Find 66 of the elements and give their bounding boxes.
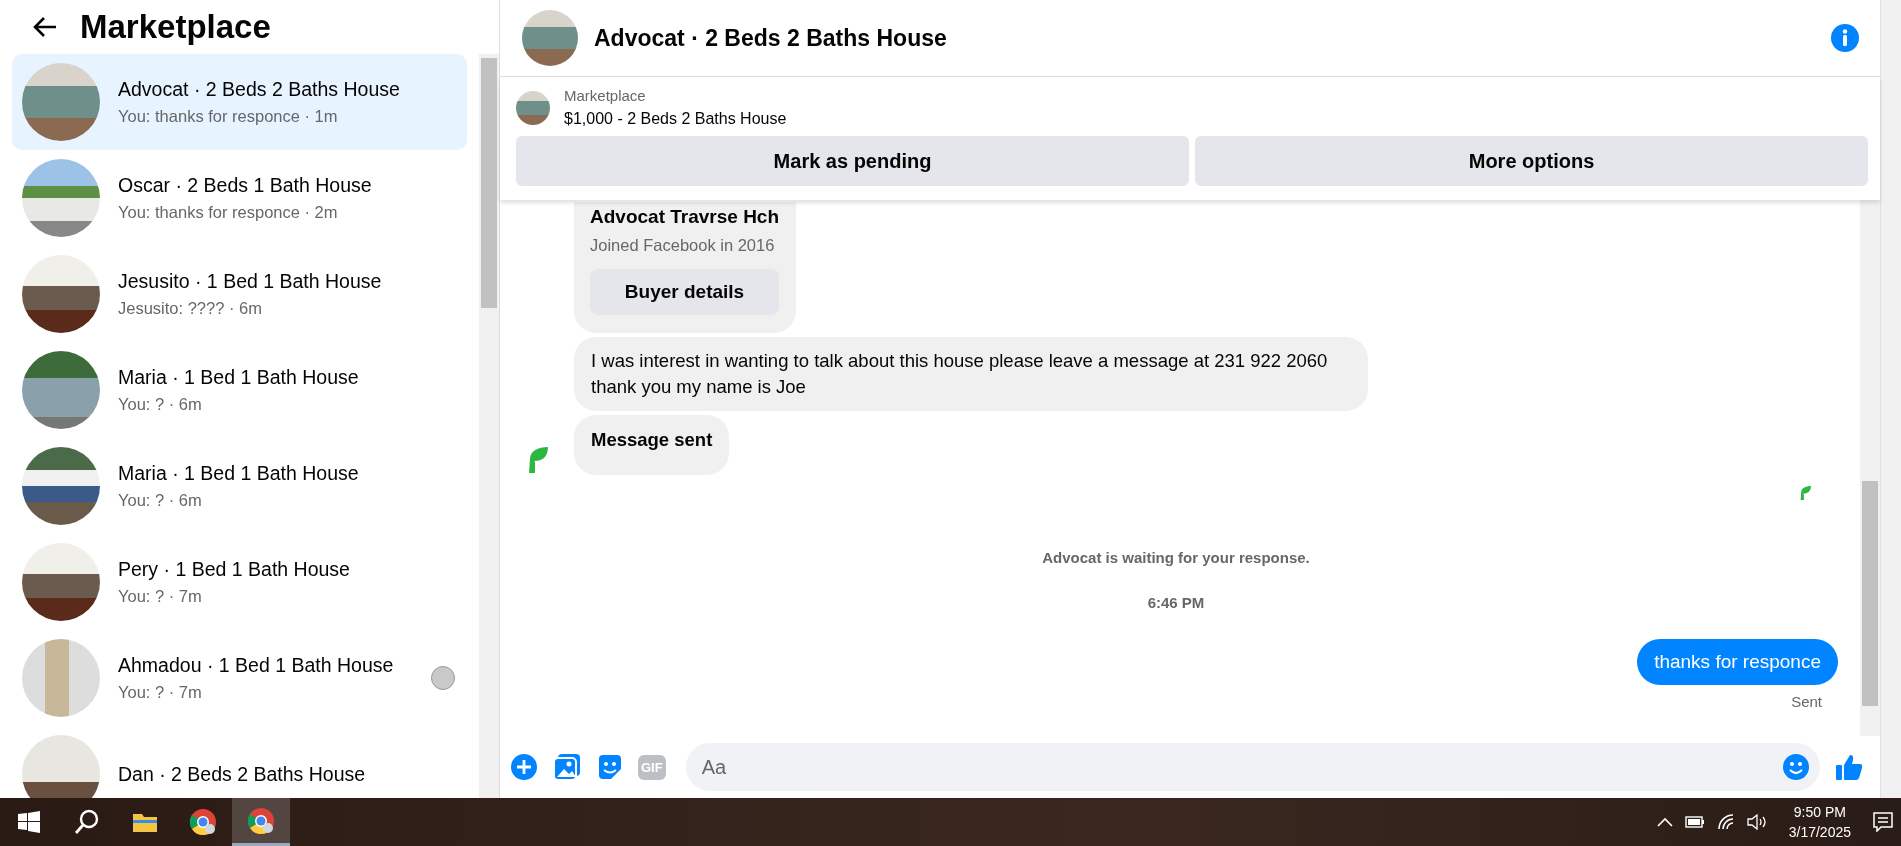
conversation-name: Dan · 2 Beds 2 Baths House [118,762,367,786]
conversation-item[interactable]: Jesusito · 1 Bed 1 Bath House Jesusito: ???? · 6m [12,246,467,342]
wifi-icon[interactable] [1716,814,1735,830]
message-preview: You: ? · 6m [118,395,203,414]
message-preview: You: thanks for responce · 2m [118,203,339,222]
timestamp: 6:46 PM [1146,594,1206,611]
scrollbar[interactable] [1860,200,1880,736]
windows-start-icon[interactable] [18,811,40,833]
sent-status: Sent [1791,693,1822,710]
buyer-name: Advocat Travrse Hch [590,206,780,228]
conversation-item[interactable]: Maria · 1 Bed 1 Bath House You: ? · 6m [12,342,467,438]
thumbs-up-icon[interactable] [1834,752,1864,782]
seen-avatar-icon [431,666,455,690]
conversation-name: Ahmadou · 1 Bed 1 Bath House [118,654,395,677]
search-icon[interactable] [74,809,100,835]
photo-icon[interactable] [552,752,582,782]
read-receipt-icon [1799,483,1812,503]
info-icon[interactable] [1830,23,1860,53]
folder-icon[interactable] [132,811,158,833]
conversation-item[interactable]: Oscar · 2 Beds 1 Bath House You: thanks for responce · 2m [12,150,467,246]
message-preview: You: ? · 7m [118,683,203,702]
chevron-up-icon[interactable] [1656,817,1673,827]
browser-icon[interactable] [189,808,217,836]
photo-placeholder [516,90,550,125]
conversation-name: Advocat · 2 Beds 2 Baths House [118,78,401,101]
waiting-notice: Advocat is waiting for your response. [1041,549,1311,566]
message-bubble: Message sent [574,415,730,475]
message-preview: Jesusito: ???? · 6m [118,299,263,318]
conversation-item[interactable]: Maria · 1 Bed 1 Bath House You: ? · 6m [12,438,467,534]
notifications-icon[interactable] [1873,812,1893,832]
battery-icon[interactable] [1684,816,1705,828]
photo-placeholder [522,10,578,66]
sender-avatar-icon [526,445,550,475]
clock[interactable]: 9:50 PM 3/17/2025 [1778,804,1861,840]
message-preview: You: ? · 6m [118,491,203,510]
plus-icon[interactable] [510,753,538,781]
buyer-details-button[interactable]: Buyer details [590,269,780,315]
browser-icon[interactable] [247,806,275,835]
conversation-name: Pery · 1 Bed 1 Bath House [118,558,351,581]
message-preview: You: thanks for responce · 1m [118,107,339,126]
conversation-name: Maria · 1 Bed 1 Bath House [118,462,360,485]
message-preview: You: ? · 7m [118,587,203,606]
conversation-item[interactable]: Pery · 1 Bed 1 Bath House You: ? · 7m [12,534,467,630]
page-scrollbar[interactable] [1880,0,1901,798]
joined-text: Joined Facebook in 2016 [590,236,776,255]
back-arrow-icon[interactable] [32,16,58,38]
scrollbar[interactable] [479,54,499,798]
listing-title: $1,000 - 2 Beds 2 Baths House [564,110,787,128]
conversation-item[interactable]: Advocat · 2 Beds 2 Baths House You: thanks for responce · 1m [12,54,467,150]
chat-title: Advocat · 2 Beds 2 Baths House [594,24,948,52]
volume-icon[interactable] [1746,814,1767,830]
clock-date: 3/17/2025 [1788,824,1851,840]
sticker-icon[interactable] [596,753,624,781]
conversation-item[interactable]: Ahmadou · 1 Bed 1 Bath House You: ? · 7m [12,630,467,726]
emoji-icon[interactable] [1782,753,1810,781]
listing-action-button[interactable]: Mark as pending [516,136,1189,186]
listing-action-button[interactable]: More options [1195,136,1868,186]
conversation-name: Maria · 1 Bed 1 Bath House [118,366,360,389]
message-input[interactable]: Aa [685,743,1820,791]
message-bubble: I was interest in wanting to talk about this house please leave a message at 231 922 2060 thank you my name is Joe [574,337,1368,411]
conversation-name: Jesusito · 1 Bed 1 Bath House [118,270,383,293]
clock-time: 9:50 PM [1793,804,1846,820]
listing-label: Marketplace [564,87,647,104]
sent-message-bubble: thanks for responce [1637,639,1838,685]
sidebar-title: Marketplace [80,8,271,46]
conversation-name: Oscar · 2 Beds 1 Bath House [118,174,373,197]
